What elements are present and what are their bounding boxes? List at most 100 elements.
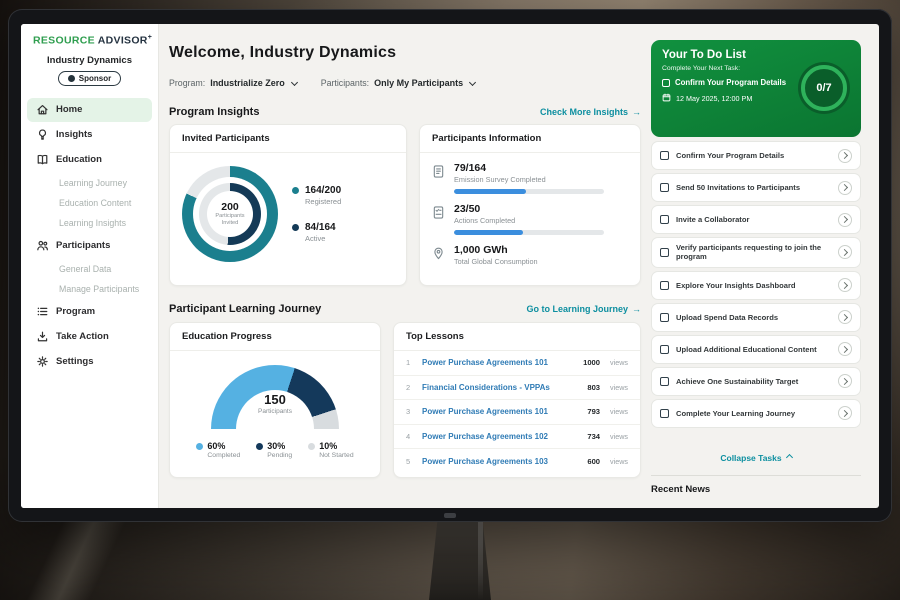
sidebar-item-label: Manage Participants xyxy=(59,284,139,294)
sidebar-item-participants[interactable]: Participants xyxy=(27,234,152,258)
monitor-bezel-notch xyxy=(444,513,456,518)
checkbox-icon[interactable] xyxy=(660,377,669,386)
checkbox-icon[interactable] xyxy=(660,313,669,322)
legend-registered: 164/200 Registered xyxy=(292,185,341,206)
stat-emission-survey: 79/164 Emission Survey Completed xyxy=(420,153,640,194)
lesson-link[interactable]: Power Purchase Agreements 101 xyxy=(422,407,579,416)
chevron-right-icon[interactable] xyxy=(838,342,852,356)
todo-progress-value: 0/7 xyxy=(816,82,831,94)
checkbox-icon[interactable] xyxy=(660,281,669,290)
task-complete-learning-journey[interactable]: Complete Your Learning Journey xyxy=(651,399,861,428)
page-title: Welcome, Industry Dynamics xyxy=(169,44,396,62)
legend-pending: 30% Pending xyxy=(256,441,292,459)
checkbox-icon[interactable] xyxy=(660,183,669,192)
task-confirm-program-details[interactable]: Confirm Your Program Details xyxy=(651,141,861,170)
lesson-rank: 4 xyxy=(406,432,414,441)
task-explore-insights[interactable]: Explore Your Insights Dashboard xyxy=(651,271,861,300)
chevron-right-icon[interactable] xyxy=(838,213,852,227)
task-upload-educational-content[interactable]: Upload Additional Educational Content xyxy=(651,335,861,364)
program-filter-label: Program: xyxy=(169,78,205,88)
sidebar-item-education[interactable]: Education xyxy=(27,148,152,172)
gauge-center-value: 150 xyxy=(211,392,339,407)
lesson-link[interactable]: Power Purchase Agreements 101 xyxy=(422,358,575,367)
stat-label: Emission Survey Completed xyxy=(454,175,604,184)
download-icon xyxy=(36,330,49,343)
legend-value: 164/200 xyxy=(305,185,341,196)
participants-information-card: Participants Information 79/164 Emission… xyxy=(419,124,641,286)
sidebar-item-settings[interactable]: Settings xyxy=(27,350,152,374)
chevron-right-icon[interactable] xyxy=(838,374,852,388)
checkbox-icon[interactable] xyxy=(660,151,669,160)
lesson-rank: 5 xyxy=(406,457,414,466)
sponsor-badge[interactable]: Sponsor xyxy=(58,71,121,86)
chevron-right-icon[interactable] xyxy=(838,149,852,163)
lesson-views: 1000 xyxy=(583,358,600,367)
participants-filter-label: Participants: xyxy=(321,78,369,88)
sidebar-item-general-data[interactable]: General Data xyxy=(27,259,152,279)
task-verify-participants[interactable]: Verify participants requesting to join t… xyxy=(651,237,861,268)
sidebar-item-label: Learning Journey xyxy=(59,178,127,188)
task-send-invitations[interactable]: Send 50 Invitations to Participants xyxy=(651,173,861,202)
checkbox-icon[interactable] xyxy=(660,409,669,418)
check-more-insights-link[interactable]: Check More Insights → xyxy=(540,107,641,117)
collapse-tasks-link[interactable]: Collapse Tasks xyxy=(651,453,861,463)
legend-dot-not-started xyxy=(308,443,315,450)
lesson-link[interactable]: Financial Considerations - VPPAs xyxy=(422,383,579,392)
invited-legend: 164/200 Registered 84/164 Active xyxy=(292,185,341,243)
invited-donut-chart: 200 Participants Invited xyxy=(182,166,278,262)
lesson-link[interactable]: Power Purchase Agreements 102 xyxy=(422,432,579,441)
sidebar: RESOURCE ADVISOR+ Industry Dynamics Spon… xyxy=(21,24,159,508)
checkbox-icon[interactable] xyxy=(662,79,670,87)
sidebar-item-learning-insights[interactable]: Learning Insights xyxy=(27,213,152,233)
chevron-right-icon[interactable] xyxy=(838,181,852,195)
chevron-down-icon xyxy=(469,78,476,85)
participants-filter-value: Only My Participants xyxy=(374,78,463,88)
todo-next-task[interactable]: Confirm Your Program Details xyxy=(662,78,797,87)
sidebar-item-learning-journey[interactable]: Learning Journey xyxy=(27,173,152,193)
program-filter[interactable]: Program: Industrialize Zero xyxy=(169,78,297,88)
legend-value: 84/164 xyxy=(305,222,336,233)
sidebar-item-program[interactable]: Program xyxy=(27,300,152,324)
task-upload-spend-data[interactable]: Upload Spend Data Records xyxy=(651,303,861,332)
participants-filter[interactable]: Participants: Only My Participants xyxy=(321,78,475,88)
education-legend: 60% Completed 30% Pending xyxy=(170,441,380,459)
arrow-right-icon: → xyxy=(632,304,641,314)
chevron-right-icon[interactable] xyxy=(838,245,852,259)
checkbox-icon[interactable] xyxy=(660,215,669,224)
sidebar-item-label: Participants xyxy=(56,240,110,251)
progress-bar xyxy=(454,230,604,235)
sidebar-item-home[interactable]: Home xyxy=(27,98,152,122)
chevron-right-icon[interactable] xyxy=(838,278,852,292)
lesson-row: 4 Power Purchase Agreements 102 734 view… xyxy=(394,425,640,450)
task-invite-collaborator[interactable]: Invite a Collaborator xyxy=(651,205,861,234)
lesson-row: 3 Power Purchase Agreements 101 793 view… xyxy=(394,400,640,425)
list-icon xyxy=(36,305,49,318)
card-title: Education Progress xyxy=(170,323,380,351)
donut-center-label: Participants Invited xyxy=(212,213,248,227)
sidebar-item-label: Learning Insights xyxy=(59,218,126,228)
lesson-views: 793 xyxy=(587,407,600,416)
sidebar-item-label: General Data xyxy=(59,264,111,274)
task-achieve-sustainability-target[interactable]: Achieve One Sustainability Target xyxy=(651,367,861,396)
chevron-down-icon xyxy=(291,78,298,85)
sidebar-item-education-content[interactable]: Education Content xyxy=(27,193,152,213)
checkbox-icon[interactable] xyxy=(660,248,669,257)
gauge-center-label: Participants xyxy=(211,408,339,415)
sidebar-item-label: Insights xyxy=(56,129,92,140)
gauge-center: 150 Participants xyxy=(211,392,339,415)
go-to-learning-journey-link[interactable]: Go to Learning Journey → xyxy=(526,304,641,314)
sidebar-item-insights[interactable]: Insights xyxy=(27,123,152,147)
card-title: Top Lessons xyxy=(394,323,640,351)
lesson-link[interactable]: Power Purchase Agreements 103 xyxy=(422,457,579,466)
legend-pct: 60% xyxy=(207,441,225,451)
chevron-right-icon[interactable] xyxy=(838,406,852,420)
app-logo: RESOURCE ADVISOR+ xyxy=(21,24,158,47)
stat-actions: 23/50 Actions Completed xyxy=(420,194,640,235)
sidebar-item-manage-participants[interactable]: Manage Participants xyxy=(27,279,152,299)
task-label: Upload Spend Data Records xyxy=(676,313,831,322)
chevron-right-icon[interactable] xyxy=(838,310,852,324)
checkbox-icon[interactable] xyxy=(660,345,669,354)
todo-next-task-label: Confirm Your Program Details xyxy=(675,78,786,87)
sidebar-item-take-action[interactable]: Take Action xyxy=(27,325,152,349)
legend-label: Pending xyxy=(267,452,292,459)
